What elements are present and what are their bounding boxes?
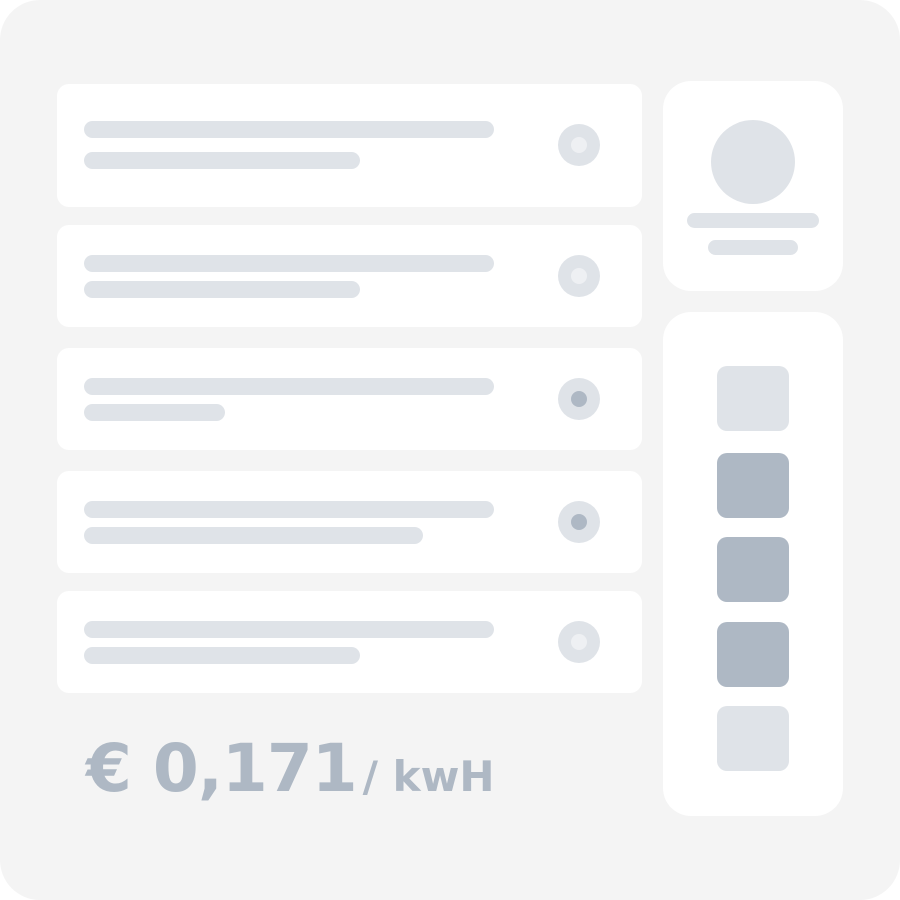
profile-name-placeholder — [687, 213, 819, 228]
price-display: € 0,171/ kwH — [86, 730, 495, 807]
list-item-subtitle-placeholder — [84, 527, 423, 544]
radio-dot — [571, 391, 587, 407]
list-item-4[interactable] — [57, 471, 642, 573]
radio-button[interactable] — [558, 621, 600, 663]
list-item-title-placeholder — [84, 121, 494, 138]
list-item-title-placeholder — [84, 378, 494, 395]
swatch-option-2[interactable] — [717, 453, 789, 518]
list-item-subtitle-placeholder — [84, 152, 360, 169]
list-item-5[interactable] — [57, 591, 642, 693]
swatch-option-5[interactable] — [717, 706, 789, 771]
radio-dot — [571, 137, 587, 153]
list-item-title-placeholder — [84, 501, 494, 518]
swatch-option-1[interactable] — [717, 366, 789, 431]
radio-dot — [571, 268, 587, 284]
price-unit: / kwH — [362, 752, 495, 801]
profile-detail-placeholder — [708, 240, 798, 255]
radio-button[interactable] — [558, 255, 600, 297]
list-item-2[interactable] — [57, 225, 642, 327]
list-item-subtitle-placeholder — [84, 404, 225, 421]
app-frame: € 0,171/ kwH — [0, 0, 900, 900]
avatar — [711, 120, 795, 204]
list-item-3[interactable] — [57, 348, 642, 450]
swatch-panel — [663, 312, 843, 816]
radio-button[interactable] — [558, 378, 600, 420]
list-item-subtitle-placeholder — [84, 281, 360, 298]
radio-dot — [571, 634, 587, 650]
radio-button[interactable] — [558, 501, 600, 543]
swatch-option-3[interactable] — [717, 537, 789, 602]
radio-dot — [571, 514, 587, 530]
list-item-title-placeholder — [84, 621, 494, 638]
list-item-title-placeholder — [84, 255, 494, 272]
list-item-1[interactable] — [57, 84, 642, 207]
profile-card[interactable] — [663, 81, 843, 291]
radio-button[interactable] — [558, 124, 600, 166]
list-item-subtitle-placeholder — [84, 647, 360, 664]
price-amount: € 0,171 — [86, 730, 358, 807]
swatch-option-4[interactable] — [717, 622, 789, 687]
